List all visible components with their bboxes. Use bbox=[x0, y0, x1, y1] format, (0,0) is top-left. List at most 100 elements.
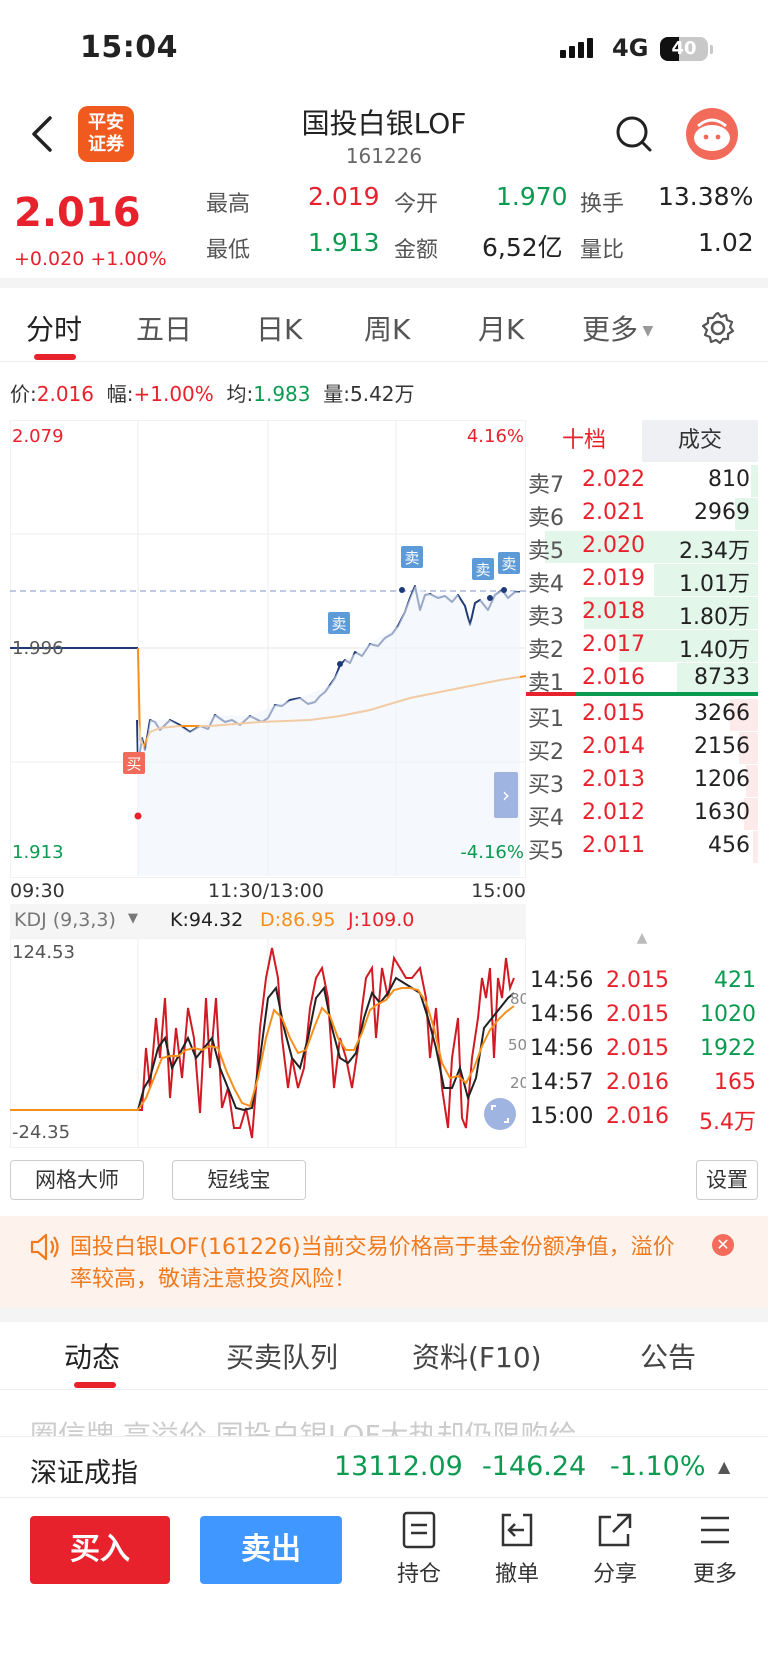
gear-icon[interactable] bbox=[700, 310, 736, 346]
trade-time: 14:56 bbox=[530, 1002, 594, 1027]
holdings-button[interactable]: 持仓 bbox=[384, 1510, 454, 1588]
tab-weekly-k[interactable]: 周K bbox=[364, 308, 410, 348]
menu-icon bbox=[701, 1516, 729, 1544]
fullscreen-button[interactable] bbox=[484, 1098, 516, 1130]
bottom-action-bar: 买入 卖出 持仓 撤单 分享 更多 bbox=[0, 1498, 768, 1663]
tab-daily-k[interactable]: 日K bbox=[256, 308, 302, 348]
cellular-signal-icon bbox=[560, 38, 593, 58]
level-volume: 1.01万 bbox=[679, 572, 750, 597]
tab-monthly-k[interactable]: 月K bbox=[478, 308, 524, 348]
level-label: 卖4 bbox=[528, 572, 564, 597]
buy-marker: 买 bbox=[126, 755, 141, 773]
close-icon[interactable]: ✕ bbox=[712, 1234, 734, 1256]
amount-label: 金额 bbox=[394, 238, 439, 263]
level-label: 卖3 bbox=[528, 605, 564, 630]
share-button[interactable]: 分享 bbox=[580, 1510, 650, 1588]
ask-level-4[interactable]: 卖4 2.019 1.01万 bbox=[526, 563, 758, 597]
level-volume: 2.34万 bbox=[679, 539, 750, 564]
low-value: 1.913 bbox=[308, 228, 380, 257]
search-icon[interactable] bbox=[614, 114, 654, 154]
trade-volume: 165 bbox=[714, 1070, 756, 1095]
level-price: 2.020 bbox=[582, 533, 645, 558]
settings-button[interactable]: 设置 bbox=[696, 1160, 758, 1200]
tab-news[interactable]: 动态 bbox=[64, 1336, 120, 1376]
sell-button[interactable]: 卖出 bbox=[200, 1516, 342, 1584]
trade-price: 2.015 bbox=[606, 1036, 669, 1061]
trade-price: 2.015 bbox=[606, 968, 669, 993]
trade-row: 14:56 2.015 421 bbox=[530, 968, 756, 1002]
bid-level-5[interactable]: 买5 2.011 456 bbox=[526, 830, 758, 864]
dropdown-triangle-icon: ▼ bbox=[638, 323, 654, 339]
trade-time: 14:56 bbox=[530, 1036, 594, 1061]
level-label: 买2 bbox=[528, 740, 564, 765]
expand-up-icon[interactable]: ▲ bbox=[718, 1457, 730, 1476]
level-volume: 1206 bbox=[694, 767, 750, 792]
intraday-chart[interactable]: 买 卖 卖 卖 卖 › 2.079 4.16% 1.996 1.913 -4.1… bbox=[10, 420, 526, 878]
bid-level-2[interactable]: 买2 2.014 2156 bbox=[526, 731, 758, 765]
undo-icon bbox=[501, 1513, 533, 1547]
order-book: 十档 成交 卖7 2.022 810 卖6 2.021 2969 卖5 2.020 2.34万卖… bbox=[526, 420, 758, 930]
high-value: 2.019 bbox=[308, 182, 380, 211]
chart-prev-close: 1.996 bbox=[12, 638, 64, 659]
battery-icon: 40 bbox=[660, 37, 708, 61]
tab-trades[interactable]: 成交 bbox=[642, 420, 758, 462]
level-label: 卖5 bbox=[528, 539, 564, 564]
trade-row: 14:56 2.015 1922 bbox=[530, 1036, 756, 1070]
last-price: 2.016 bbox=[14, 190, 141, 236]
chart-ymax: 2.079 bbox=[12, 426, 64, 447]
level-label: 买3 bbox=[528, 773, 564, 798]
level-volume: 1.80万 bbox=[679, 605, 750, 630]
share-icon bbox=[598, 1513, 632, 1547]
bid-level-3[interactable]: 买3 2.013 1206 bbox=[526, 764, 758, 798]
tab-profile-f10[interactable]: 资料(F10) bbox=[412, 1336, 542, 1376]
low-label: 最低 bbox=[206, 238, 251, 263]
level-price: 2.012 bbox=[582, 800, 645, 825]
bid-level-1[interactable]: 买1 2.015 3266 bbox=[526, 698, 758, 732]
tab-depth[interactable]: 十档 bbox=[526, 420, 642, 462]
more-button[interactable]: 更多 bbox=[680, 1510, 750, 1588]
volratio-label: 量比 bbox=[580, 238, 625, 263]
grid-master-button[interactable]: 网格大师 bbox=[10, 1160, 144, 1200]
trade-price: 2.016 bbox=[606, 1104, 669, 1129]
ask-level-6[interactable]: 卖2 2.017 1.40万 bbox=[526, 629, 758, 663]
buy-button[interactable]: 买入 bbox=[30, 1516, 170, 1584]
ask-level-5[interactable]: 卖3 2.018 1.80万 bbox=[526, 596, 758, 630]
status-time: 15:04 bbox=[80, 30, 178, 65]
open-label: 今开 bbox=[394, 192, 439, 217]
tab-intraday[interactable]: 分时 bbox=[26, 308, 82, 348]
trade-volume: 1922 bbox=[700, 1036, 756, 1061]
trade-price: 2.016 bbox=[606, 1070, 669, 1095]
trade-time: 14:57 bbox=[530, 1070, 594, 1095]
level-label: 买5 bbox=[528, 839, 564, 864]
news-preview[interactable]: 圈信牌 高溢价 国投白银LOF大热却仍限购给 bbox=[30, 1414, 577, 1436]
bid-level-4[interactable]: 买4 2.012 1630 bbox=[526, 797, 758, 831]
level-price: 2.019 bbox=[582, 566, 645, 591]
svg-text:124.53: 124.53 bbox=[12, 942, 75, 963]
active-tab-indicator bbox=[74, 1382, 116, 1388]
turnover-label: 换手 bbox=[580, 192, 625, 217]
index-change: -146.24 bbox=[482, 1451, 587, 1482]
level-volume: 8733 bbox=[694, 665, 750, 690]
tab-announcements[interactable]: 公告 bbox=[640, 1336, 696, 1376]
level-label: 卖7 bbox=[528, 473, 564, 498]
index-ticker[interactable]: 深证成指 13112.09 -146.24 -1.10% ▲ bbox=[0, 1436, 768, 1498]
ask-level-1[interactable]: 卖7 2.022 810 bbox=[526, 464, 758, 498]
ask-level-3[interactable]: 卖5 2.020 2.34万 bbox=[526, 530, 758, 564]
ask-level-7[interactable]: 卖1 2.016 8733 bbox=[526, 662, 758, 696]
chart-period-tabs: 分时 五日 日K 周K 月K 更多 ▼ bbox=[0, 298, 768, 362]
ask-level-2[interactable]: 卖6 2.021 2969 bbox=[526, 497, 758, 531]
assistant-avatar[interactable] bbox=[686, 108, 738, 160]
kdj-legend[interactable]: KDJ (9,3,3) ▼ K:94.32 D:86.95 J:109.0 bbox=[10, 904, 526, 938]
collapse-up-icon[interactable]: ▲ bbox=[528, 930, 756, 950]
tab-order-queue[interactable]: 买卖队列 bbox=[226, 1336, 338, 1376]
level-price: 2.017 bbox=[582, 632, 645, 657]
cancel-order-button[interactable]: 撤单 bbox=[482, 1510, 552, 1588]
tab-5day[interactable]: 五日 bbox=[136, 308, 192, 348]
level-price: 2.014 bbox=[582, 734, 645, 759]
kdj-chart[interactable]: 124.53 -24.35 80 50 20 bbox=[10, 938, 526, 1148]
level-volume: 456 bbox=[708, 833, 750, 858]
short-line-button[interactable]: 短线宝 bbox=[172, 1160, 306, 1200]
volratio-value: 1.02 bbox=[698, 228, 754, 257]
tab-more[interactable]: 更多 ▼ bbox=[582, 308, 653, 348]
level-price: 2.013 bbox=[582, 767, 645, 792]
